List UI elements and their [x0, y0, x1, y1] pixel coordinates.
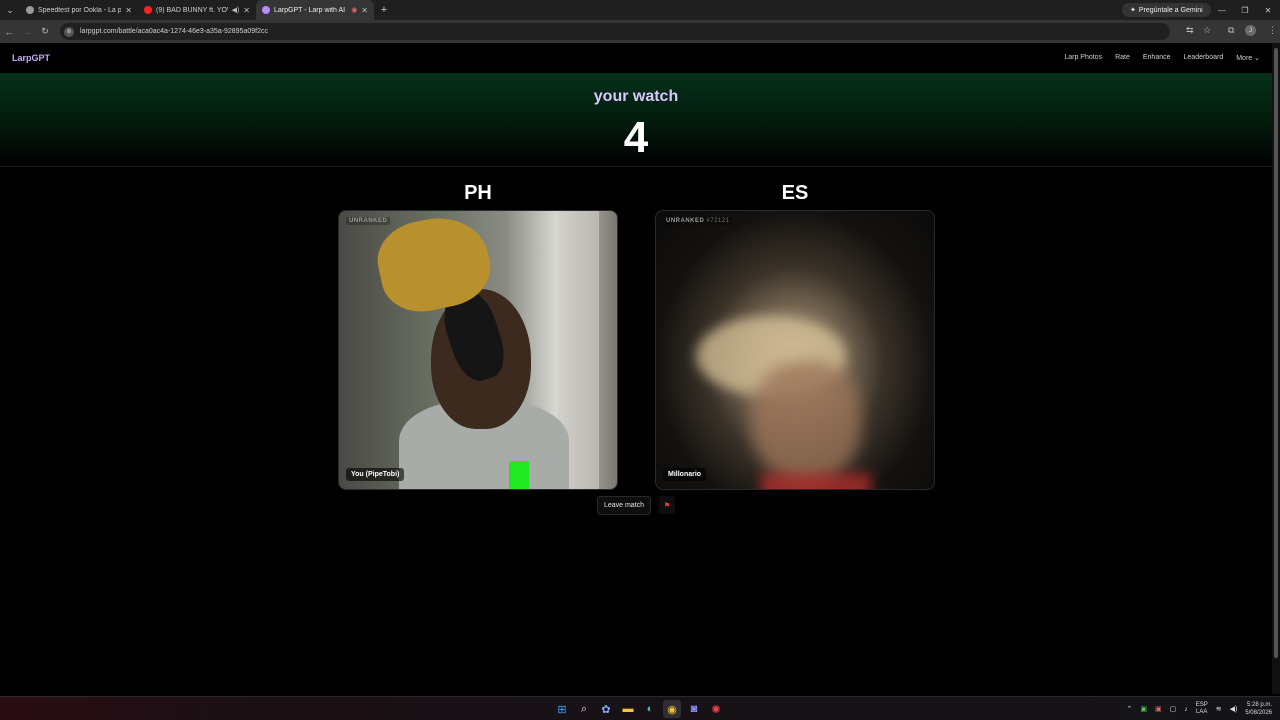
rank-label: UNRANKED	[349, 218, 388, 224]
reload-icon[interactable]: ↻	[36, 26, 54, 37]
tray-app-icon[interactable]: ▣	[1155, 705, 1162, 713]
tab-favicon-icon	[262, 6, 270, 14]
left-player-label: PH	[464, 182, 492, 204]
address-bar[interactable]: ⊜ larpgpt.com/battle/aca0ac4a-1274-46e3-…	[60, 23, 1170, 40]
chrome-icon[interactable]: ◉	[663, 700, 681, 718]
url-text[interactable]: larpgpt.com/battle/aca0ac4a-1274-46e3-a3…	[80, 28, 268, 35]
close-tab-icon[interactable]: ✕	[243, 6, 250, 15]
player-name-tag: You (PipeTobi)	[346, 468, 405, 481]
system-tray: ⌃ ▣ ▣ ▢ ♪ ESP LAA ≋ ◀) 5:28 p.m. 5/08/20…	[1126, 701, 1272, 717]
forward-icon[interactable]: →	[18, 27, 36, 37]
recording-icon: ◉	[351, 7, 358, 14]
tab-search-icon[interactable]: ⌄	[0, 0, 20, 20]
taskbar-apps: ⊞ ⌕ ✿ ▬ ◐ ◉ ◙ ✺	[553, 700, 725, 718]
brand-logo[interactable]: LarpGPT	[12, 53, 50, 63]
gemini-label: Pregúntale a Gemini	[1138, 6, 1203, 14]
volume-icon[interactable]: ◀)	[1230, 705, 1238, 713]
windows-start-icon[interactable]: ⊞	[553, 700, 571, 718]
microphone-icon[interactable]: ♪	[1184, 706, 1188, 713]
close-window-icon[interactable]: ✕	[1257, 0, 1279, 20]
bookmark-star-icon[interactable]: ☆	[1203, 25, 1211, 36]
back-icon[interactable]: ←	[0, 27, 18, 37]
copilot-icon[interactable]: ✿	[597, 700, 615, 718]
tab-favicon-icon	[144, 6, 152, 14]
nav-link-leaderboard[interactable]: Leaderboard	[1184, 54, 1224, 62]
gemini-button[interactable]: ✦ Pregúntale a Gemini	[1122, 3, 1211, 17]
app-icon[interactable]: ✺	[707, 700, 725, 718]
audio-playing-icon[interactable]: ◀)	[232, 6, 240, 14]
rank-label: UNRANKED	[666, 218, 705, 224]
clock[interactable]: 5:28 p.m. 5/08/2026	[1245, 701, 1272, 717]
leave-match-button[interactable]: Leave match	[596, 496, 652, 515]
site-nav: LarpGPT Larp Photos Rate Enhance Leaderb…	[0, 43, 1272, 73]
hero-banner: your watch 4	[0, 73, 1272, 167]
close-tab-icon[interactable]: ✕	[125, 6, 132, 15]
restore-icon[interactable]: ❐	[1234, 0, 1256, 20]
minimize-icon[interactable]: —	[1211, 0, 1233, 20]
gemini-icon: ✦	[1130, 7, 1136, 14]
chevron-down-icon: ⌄	[1254, 55, 1260, 62]
clock-time: 5:28 p.m.	[1246, 702, 1272, 708]
rank-badge: UNRANKED	[346, 217, 391, 225]
discord-icon[interactable]: ◙	[685, 700, 703, 718]
nav-link-rate[interactable]: Rate	[1115, 54, 1130, 62]
report-flag-button[interactable]: ⚑	[659, 496, 676, 514]
clock-date: 5/08/2026	[1245, 710, 1272, 716]
browser-tab-bar: ⌄ Speedtest por Ookla - La prueb ✕ (9) B…	[0, 0, 1280, 20]
scrollbar-thumb[interactable]	[1274, 48, 1278, 658]
rank-number: #72121	[706, 218, 730, 224]
search-icon[interactable]: ⌕	[575, 700, 593, 718]
video-blur-shirt	[761, 473, 871, 489]
lang-bottom: LAA	[1196, 709, 1208, 715]
player-name-tag: Millonario	[663, 468, 707, 481]
page-viewport: LarpGPT Larp Photos Rate Enhance Leaderb…	[0, 43, 1272, 694]
tray-app-icon[interactable]: ▣	[1140, 705, 1147, 713]
language-indicator[interactable]: ESP LAA	[1196, 702, 1208, 716]
match-actions: Leave match ⚑	[0, 496, 1272, 515]
countdown-number: 4	[623, 113, 649, 162]
video-green-light	[509, 461, 529, 489]
edge-icon[interactable]: ◐	[641, 700, 659, 718]
video-blur-face	[751, 361, 861, 481]
flag-icon: ⚑	[663, 500, 671, 510]
file-explorer-icon[interactable]: ▬	[619, 700, 637, 718]
browser-tab[interactable]: Speedtest por Ookla - La prueb ✕	[20, 0, 138, 20]
new-tab-icon[interactable]: +	[374, 4, 394, 16]
translate-icon[interactable]: ⇆	[1186, 25, 1194, 36]
nav-links: Larp Photos Rate Enhance Leaderboard Mor…	[1064, 54, 1260, 62]
profile-avatar[interactable]: J	[1245, 25, 1256, 36]
browser-tab[interactable]: (9) BAD BUNNY ft. YOVNG ◀) ✕	[138, 0, 256, 20]
site-info-icon[interactable]: ⊜	[64, 26, 74, 37]
close-tab-icon[interactable]: ✕	[361, 6, 368, 15]
browser-tab-active[interactable]: LarpGPT - Larp with AI ◉ ✕	[256, 0, 374, 20]
nav-link-more[interactable]: More ⌄	[1236, 54, 1260, 62]
wifi-icon[interactable]: ≋	[1216, 705, 1222, 713]
rank-badge: UNRANKED #72121	[663, 217, 733, 225]
browser-toolbar: ← → ↻ ⊜ larpgpt.com/battle/aca0ac4a-1274…	[0, 20, 1280, 43]
lang-top: ESP	[1195, 702, 1208, 708]
tray-overflow-icon[interactable]: ⌃	[1126, 705, 1132, 713]
tab-title: Speedtest por Ookla - La prueb	[38, 6, 122, 14]
hero-title: your watch	[593, 88, 679, 105]
tab-favicon-icon	[26, 6, 34, 14]
opponent-video-feed: UNRANKED #72121 Millonario	[655, 210, 935, 490]
nav-link-enhance[interactable]: Enhance	[1143, 54, 1171, 62]
os-taskbar: ⊞ ⌕ ✿ ▬ ◐ ◉ ◙ ✺ ⌃ ▣ ▣ ▢ ♪ ESP LAA ≋ ◀) 5…	[0, 696, 1280, 720]
nav-more-label: More	[1236, 55, 1253, 62]
local-video-feed: UNRANKED You (PipeTobi)	[338, 210, 618, 490]
tab-title: LarpGPT - Larp with AI	[274, 6, 346, 14]
browser-menu-icon[interactable]: ⋮	[1268, 25, 1277, 36]
extensions-icon[interactable]: ⧉	[1228, 25, 1234, 36]
tray-app-icon[interactable]: ▢	[1170, 705, 1177, 713]
right-player-label: ES	[781, 182, 809, 204]
nav-link-larp-photos[interactable]: Larp Photos	[1064, 54, 1102, 62]
tab-title: (9) BAD BUNNY ft. YOVNG	[156, 6, 228, 14]
